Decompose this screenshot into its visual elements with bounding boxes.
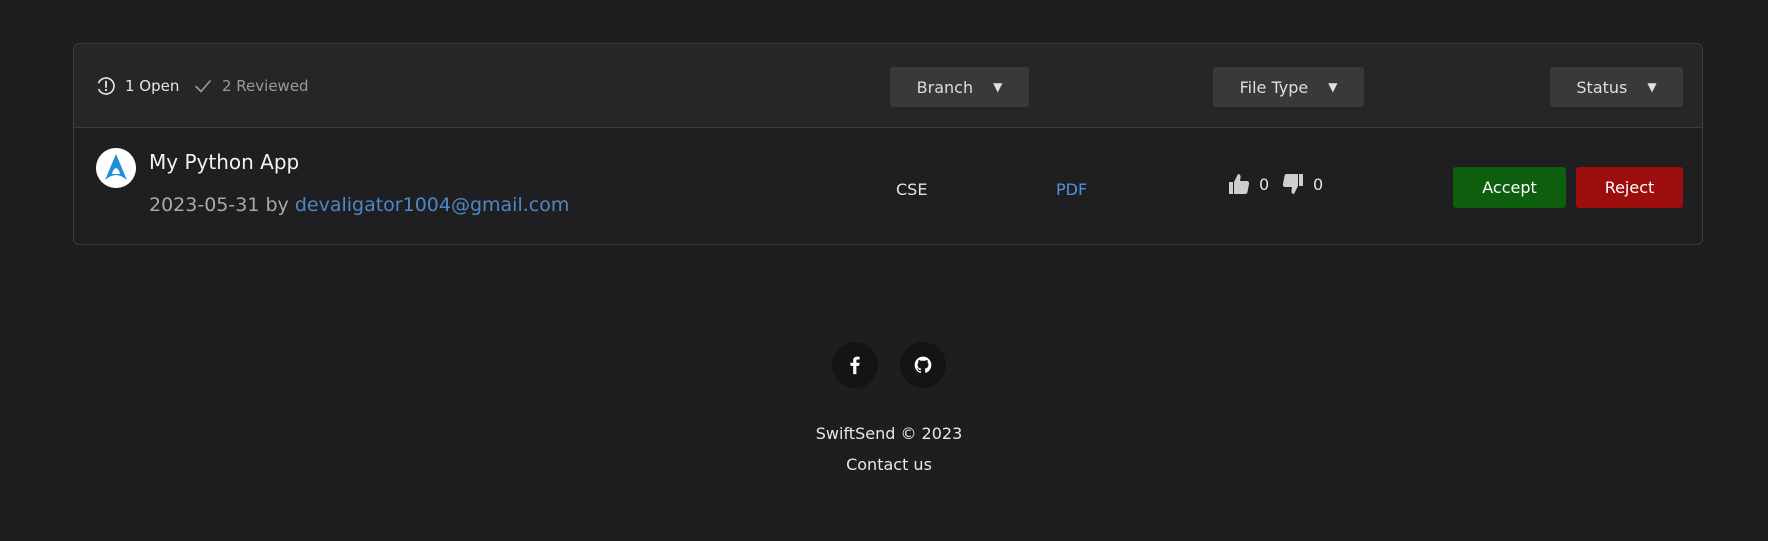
facebook-link[interactable] <box>832 342 878 388</box>
checkmark-icon <box>195 80 211 93</box>
avatar <box>96 148 136 188</box>
submission-date: 2023-05-31 <box>149 194 260 216</box>
submission-by: by <box>265 194 289 216</box>
submitter-email-link[interactable]: devaligator1004@gmail.com <box>295 194 570 216</box>
downvote-button[interactable]: 0 <box>1281 172 1323 196</box>
card-header: 1 Open 2 Reviewed Branch ▼ File Type ▼ S… <box>74 44 1702 128</box>
submission-meta: 2023-05-31 by devaligator1004@gmail.com <box>149 194 569 216</box>
tab-open[interactable]: 1 Open <box>96 74 179 98</box>
tab-reviewed-label: 2 Reviewed <box>222 77 309 95</box>
contact-us-link[interactable]: Contact us <box>0 455 1768 474</box>
submission-title: My Python App <box>149 150 300 174</box>
status-filter-label: Status <box>1576 77 1628 97</box>
thumbs-down-icon <box>1282 174 1303 194</box>
facebook-icon <box>850 356 860 375</box>
submissions-card: 1 Open 2 Reviewed Branch ▼ File Type ▼ S… <box>73 43 1703 245</box>
caret-down-icon: ▼ <box>1328 80 1338 94</box>
file-type-filter-label: File Type <box>1239 77 1309 97</box>
upvote-count: 0 <box>1259 174 1270 194</box>
thumbs-up-icon <box>1229 174 1250 194</box>
accept-button[interactable]: Accept <box>1453 167 1566 208</box>
tab-reviewed[interactable]: 2 Reviewed <box>193 74 309 98</box>
github-icon <box>914 356 932 373</box>
alert-circle-icon <box>97 77 115 95</box>
caret-down-icon: ▼ <box>1647 80 1657 94</box>
submission-file-type-link[interactable]: PDF <box>1056 180 1087 199</box>
tab-open-label: 1 Open <box>125 77 180 95</box>
reject-button[interactable]: Reject <box>1576 167 1683 208</box>
branch-filter-label: Branch <box>916 77 974 97</box>
github-link[interactable] <box>900 342 946 388</box>
file-type-filter-dropdown[interactable]: File Type ▼ <box>1213 67 1364 107</box>
submission-row: My Python App 2023-05-31 by devaligator1… <box>74 128 1702 244</box>
arch-logo-icon <box>96 148 136 188</box>
upvote-button[interactable]: 0 <box>1227 172 1269 196</box>
caret-down-icon: ▼ <box>993 80 1003 94</box>
branch-filter-dropdown[interactable]: Branch ▼ <box>890 67 1029 107</box>
downvote-count: 0 <box>1313 174 1324 194</box>
status-filter-dropdown[interactable]: Status ▼ <box>1550 67 1683 107</box>
submission-branch: CSE <box>896 180 928 199</box>
footer-copyright: SwiftSend © 2023 <box>815 424 963 443</box>
